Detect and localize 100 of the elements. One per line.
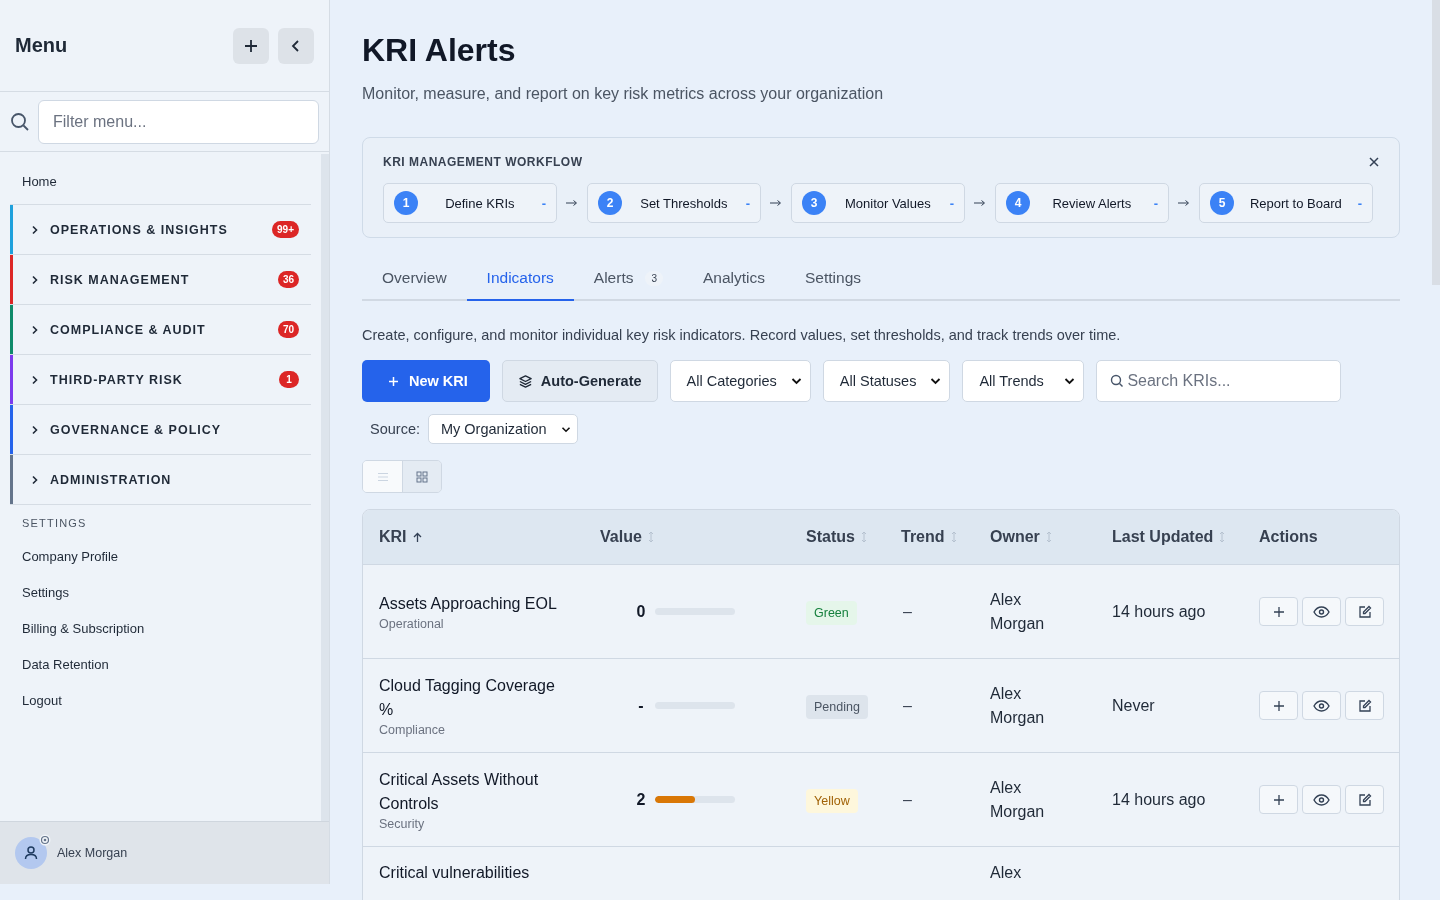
workflow-step[interactable]: 1 Define KRIs -: [383, 183, 557, 223]
layers-icon: [517, 373, 533, 389]
filter-field[interactable]: Filter menu...: [38, 99, 319, 144]
filter-dropdown[interactable]: All Categories: [669, 360, 811, 402]
view-button[interactable]: [1302, 597, 1341, 626]
nav-group[interactable]: THIRD-PARTY RISK 1: [10, 355, 311, 405]
column-header[interactable]: Value: [600, 528, 806, 546]
tab-label: Overview: [382, 269, 447, 287]
nav-group[interactable]: ADMINISTRATION: [10, 455, 311, 505]
step-label: Review Alerts: [1051, 195, 1133, 211]
step-number: 4: [1006, 191, 1030, 215]
filter-dropdown[interactable]: All Statuses: [822, 360, 951, 402]
edit-button[interactable]: [1345, 785, 1384, 814]
eye-icon: [1313, 699, 1330, 712]
workflow-step[interactable]: 4 Review Alerts -: [995, 183, 1169, 223]
edit-button[interactable]: [1345, 691, 1384, 720]
scrollbar[interactable]: [321, 154, 329, 821]
tab[interactable]: Overview: [362, 256, 467, 301]
source-dropdown[interactable]: My Organization: [428, 414, 578, 444]
column-header[interactable]: Owner: [990, 528, 1112, 546]
new-kri-button[interactable]: New KRI: [362, 360, 490, 402]
gear-icon: [39, 834, 51, 846]
last-updated: Never: [1112, 696, 1155, 714]
group-label: ADMINISTRATION: [50, 472, 173, 487]
caret-icon: [790, 377, 802, 385]
count-badge: 3: [645, 270, 663, 286]
group-label: COMPLIANCE & AUDIT: [50, 322, 207, 337]
column-header[interactable]: Last Updated: [1112, 528, 1259, 546]
nav-group[interactable]: GOVERNANCE & POLICY: [10, 405, 311, 455]
trend-text: –: [902, 790, 912, 808]
tab[interactable]: Analytics: [683, 256, 786, 301]
nav-item[interactable]: Billing & Subscription: [10, 611, 311, 647]
edit-icon: [1357, 604, 1372, 619]
trend-text: –: [902, 696, 912, 714]
last-updated: 14 hours ago: [1112, 790, 1206, 808]
nav-group[interactable]: OPERATIONS & INSIGHTS 99+: [10, 205, 311, 255]
nav-item[interactable]: Company Profile: [10, 539, 311, 575]
owner-name: Alex Morgan: [990, 683, 1046, 728]
arrow-icon: [566, 199, 578, 207]
chevron-icon: [30, 374, 40, 385]
add-value-button[interactable]: [1259, 691, 1298, 720]
step-number: 3: [802, 191, 826, 215]
workflow-step[interactable]: 5 Report to Board -: [1199, 183, 1373, 223]
workflow-step[interactable]: 3 Monitor Values -: [791, 183, 965, 223]
menu-title: Menu: [15, 34, 68, 57]
caret-icon: [560, 425, 571, 433]
eye-icon: [1313, 605, 1330, 618]
chevron-icon: [30, 424, 40, 435]
plus-icon: [1272, 699, 1285, 712]
step-label: Report to Board: [1248, 195, 1343, 211]
add-value-button[interactable]: [1259, 597, 1298, 626]
source-label: Source:: [370, 421, 420, 437]
view-button[interactable]: [1302, 785, 1341, 814]
chevron-icon: [30, 224, 40, 235]
step-status: -: [541, 195, 546, 211]
column-header[interactable]: Status: [806, 528, 901, 546]
arrow-icon: [1178, 199, 1190, 207]
nav-item[interactable]: Settings: [10, 575, 311, 611]
nav-group[interactable]: RISK MANAGEMENT 36: [10, 255, 311, 305]
column-header[interactable]: KRI: [379, 528, 600, 546]
arrow-icon: [974, 199, 986, 207]
user-icon: [23, 845, 39, 861]
edit-button[interactable]: [1345, 597, 1384, 626]
step-label: Set Thresholds: [639, 195, 729, 211]
search-icon: [10, 111, 30, 132]
value-text: -: [637, 696, 645, 715]
step-status: -: [745, 195, 750, 211]
add-button[interactable]: [233, 27, 269, 64]
last-updated: 14 hours ago: [1112, 602, 1206, 620]
status-badge: Green: [806, 600, 857, 625]
nav-item[interactable]: Logout: [10, 683, 311, 719]
tab[interactable]: Alerts 3: [573, 256, 683, 301]
group-label: RISK MANAGEMENT: [50, 272, 191, 287]
step-number: 2: [598, 191, 622, 215]
tab[interactable]: Settings: [785, 256, 882, 301]
step-status: -: [1153, 195, 1158, 211]
column-header[interactable]: Actions: [1259, 528, 1399, 546]
owner-name: Alex Morgan: [990, 589, 1046, 634]
workflow-step[interactable]: 2 Set Thresholds -: [587, 183, 761, 223]
value-text: 2: [636, 790, 646, 809]
count-badge: 99+: [272, 221, 299, 238]
status-badge: Yellow: [806, 788, 858, 813]
filter-dropdown[interactable]: All Trends: [962, 360, 1085, 402]
close-icon[interactable]: [1369, 157, 1379, 167]
add-value-button[interactable]: [1259, 785, 1298, 814]
collapse-button[interactable]: [278, 27, 314, 64]
user-name: Alex Morgan: [57, 846, 128, 860]
nav-item[interactable]: Data Retention: [10, 647, 311, 683]
kri-name: Critical vulnerabilities: [379, 863, 531, 883]
auto-generate-button[interactable]: Auto-Generate: [501, 360, 658, 402]
eye-icon: [1313, 793, 1330, 806]
tab[interactable]: Indicators: [466, 256, 574, 301]
count-badge: 36: [277, 271, 299, 288]
search-field[interactable]: Search KRIs...: [1096, 360, 1342, 402]
column-header[interactable]: Trend: [901, 528, 990, 546]
nav-group[interactable]: COMPLIANCE & AUDIT 70: [10, 305, 311, 355]
value-text: 0: [636, 602, 646, 621]
view-button[interactable]: [1302, 691, 1341, 720]
kri-category: Operational: [379, 617, 445, 631]
caret-icon: [1064, 377, 1076, 385]
